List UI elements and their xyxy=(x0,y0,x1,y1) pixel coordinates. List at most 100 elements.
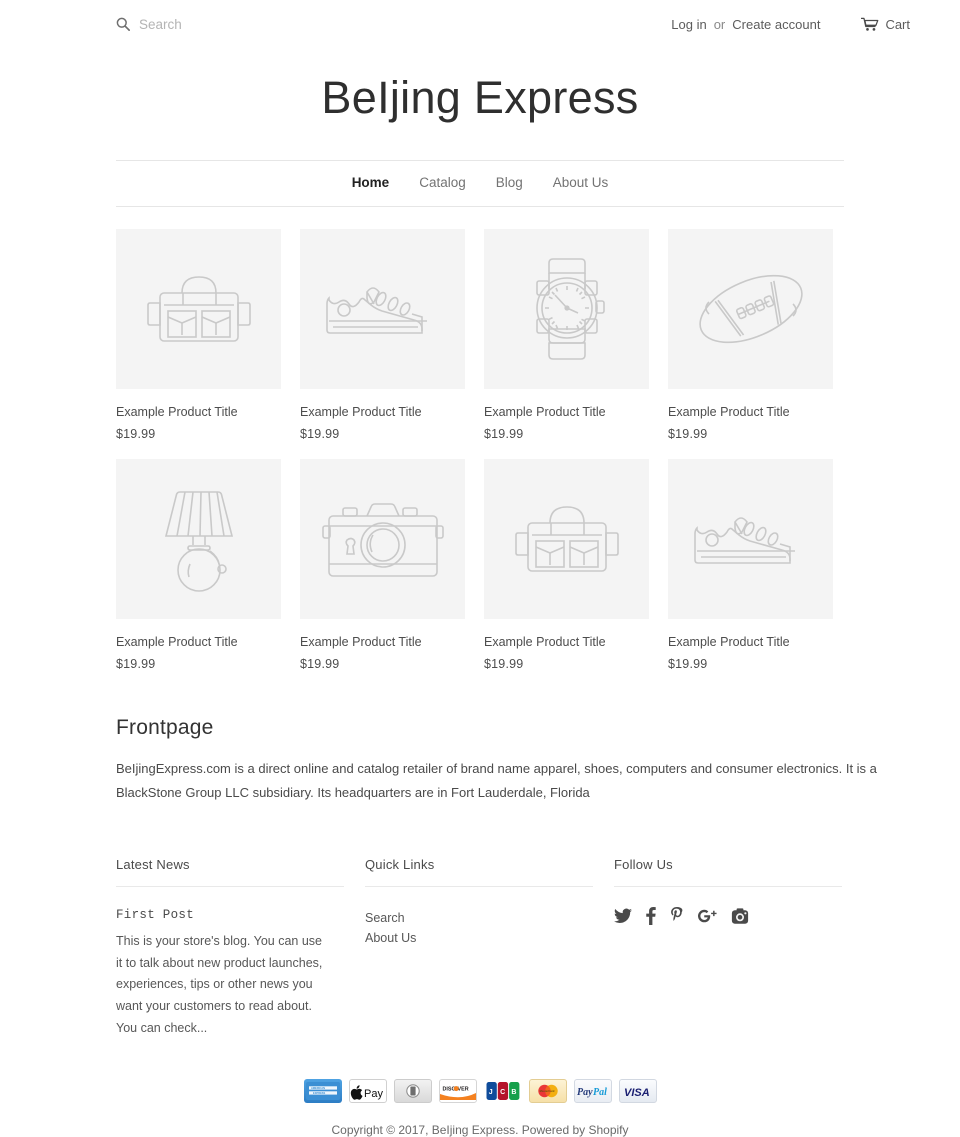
product-title: Example Product Title xyxy=(300,634,422,649)
create-account-link[interactable]: Create account xyxy=(732,17,820,32)
product-price: $19.99 xyxy=(116,656,156,671)
search-form[interactable] xyxy=(116,11,359,37)
product-price: $19.99 xyxy=(300,426,340,441)
page-wrapper: Log in or Create account Cart BeIjing Ex… xyxy=(116,0,910,1137)
svg-text:Pay: Pay xyxy=(577,1087,593,1098)
quick-link-about-us[interactable]: About Us xyxy=(365,928,593,948)
blog-post-title[interactable]: First Post xyxy=(116,908,344,922)
footer-heading-quick-links: Quick Links xyxy=(365,857,593,888)
product-thumbnail xyxy=(116,228,281,389)
product-thumbnail xyxy=(300,228,465,389)
svg-text:J: J xyxy=(488,1089,492,1096)
product-title: Example Product Title xyxy=(668,634,790,649)
product-card[interactable]: Example Product Title $19.99 xyxy=(668,228,833,441)
product-thumbnail xyxy=(116,458,281,619)
search-icon[interactable] xyxy=(116,17,130,31)
product-title: Example Product Title xyxy=(668,404,790,419)
american-express-icon: AMERICAN EXPRESS xyxy=(303,1079,342,1104)
bag-icon xyxy=(514,505,619,572)
instagram-icon[interactable] xyxy=(731,907,749,925)
svg-text:VISA: VISA xyxy=(624,1087,650,1099)
footer-heading-follow-us: Follow Us xyxy=(614,857,842,888)
google-plus-icon[interactable] xyxy=(698,908,717,925)
visa-icon: VISA xyxy=(618,1079,657,1104)
cart-label: Cart xyxy=(885,16,910,32)
svg-text:DISC: DISC xyxy=(442,1087,455,1093)
main-navigation: Home Catalog Blog About Us xyxy=(116,159,844,207)
sneaker-icon xyxy=(325,286,427,334)
pinterest-icon[interactable] xyxy=(670,907,684,925)
product-grid: Example Product Title $19.99 Example Pro… xyxy=(116,228,844,671)
product-card[interactable]: Example Product Title $19.99 xyxy=(668,458,833,671)
mastercard-icon: MasterCard xyxy=(528,1079,567,1104)
product-thumbnail xyxy=(300,458,465,619)
nav-item-home[interactable]: Home xyxy=(337,176,405,190)
account-links: Log in or Create account Cart xyxy=(671,17,910,32)
cart-link[interactable]: Cart xyxy=(861,17,910,32)
svg-text:Pay: Pay xyxy=(364,1088,383,1100)
product-title: Example Product Title xyxy=(300,404,422,419)
product-thumbnail xyxy=(484,458,649,619)
twitter-icon[interactable] xyxy=(614,908,632,924)
footer-column-follow-us: Follow Us xyxy=(614,857,842,1039)
jcb-icon: J CB xyxy=(483,1079,522,1104)
diners-club-icon xyxy=(393,1079,432,1104)
page-title: BeIjing Express xyxy=(116,73,844,123)
nav-item-blog[interactable]: Blog xyxy=(481,176,538,190)
product-card[interactable]: Example Product Title $19.99 xyxy=(116,458,281,671)
site-title-link[interactable]: BeIjing Express xyxy=(321,72,638,123)
top-bar: Log in or Create account Cart xyxy=(50,0,910,48)
footer-column-latest-news: Latest News First Post This is your stor… xyxy=(116,857,344,1039)
product-price: $19.99 xyxy=(668,426,708,441)
product-card[interactable]: Example Product Title $19.99 xyxy=(484,458,649,671)
product-thumbnail xyxy=(484,228,649,389)
product-card[interactable]: Example Product Title $19.99 xyxy=(116,228,281,441)
section-body-text: BeIjingExpress.com is a direct online an… xyxy=(116,760,877,800)
paypal-icon: Pay Pal xyxy=(573,1079,612,1104)
svg-text:EXPRESS: EXPRESS xyxy=(313,1091,326,1095)
product-thumbnail xyxy=(668,228,833,389)
football-icon xyxy=(698,274,803,343)
or-separator: or xyxy=(713,16,726,32)
svg-text:B: B xyxy=(511,1089,516,1096)
apple-pay-icon: Pay xyxy=(348,1079,387,1104)
sneaker-icon xyxy=(693,516,795,564)
social-links xyxy=(614,907,842,926)
product-title: Example Product Title xyxy=(116,404,238,419)
facebook-icon[interactable] xyxy=(646,907,656,926)
copyright-text: Copyright © 2017, BeIjing Express. Power… xyxy=(116,1123,844,1137)
nav-item-catalog[interactable]: Catalog xyxy=(404,176,481,190)
copyright-label: Copyright © 2017, BeIjing Express. Power… xyxy=(331,1123,629,1137)
product-title: Example Product Title xyxy=(484,404,606,419)
svg-text:MasterCard: MasterCard xyxy=(539,1089,554,1093)
product-price: $19.99 xyxy=(668,656,708,671)
payment-methods: AMERICAN EXPRESS Pay DISC VER J C B Mast… xyxy=(116,1079,844,1104)
discover-icon: DISC VER xyxy=(438,1079,477,1104)
svg-text:Pal: Pal xyxy=(593,1087,607,1098)
product-price: $19.99 xyxy=(484,426,524,441)
product-title: Example Product Title xyxy=(116,634,238,649)
svg-text:C: C xyxy=(500,1089,505,1096)
search-input[interactable] xyxy=(139,16,359,32)
camera-icon xyxy=(321,502,444,577)
blog-post-excerpt: This is your store's blog. You can use i… xyxy=(116,934,323,1035)
bag-icon xyxy=(146,275,251,342)
watch-icon xyxy=(535,257,605,360)
product-price: $19.99 xyxy=(300,656,340,671)
svg-text:VER: VER xyxy=(457,1087,468,1093)
login-link[interactable]: Log in xyxy=(671,17,706,32)
lamp-icon xyxy=(164,490,233,592)
product-title: Example Product Title xyxy=(484,634,606,649)
shopping-cart-icon xyxy=(861,17,879,31)
product-card[interactable]: Example Product Title $19.99 xyxy=(300,458,465,671)
footer-heading-latest-news: Latest News xyxy=(116,857,344,888)
nav-item-about-us[interactable]: About Us xyxy=(538,176,624,190)
section-title: Frontpage xyxy=(116,715,214,739)
product-price: $19.99 xyxy=(116,426,156,441)
quick-link-search[interactable]: Search xyxy=(365,908,593,928)
product-card[interactable]: Example Product Title $19.99 xyxy=(300,228,465,441)
svg-text:AMERICAN: AMERICAN xyxy=(311,1086,325,1090)
site-footer: Latest News First Post This is your stor… xyxy=(116,857,844,1039)
product-card[interactable]: Example Product Title $19.99 xyxy=(484,228,649,441)
footer-column-quick-links: Quick Links Search About Us xyxy=(365,857,593,1039)
